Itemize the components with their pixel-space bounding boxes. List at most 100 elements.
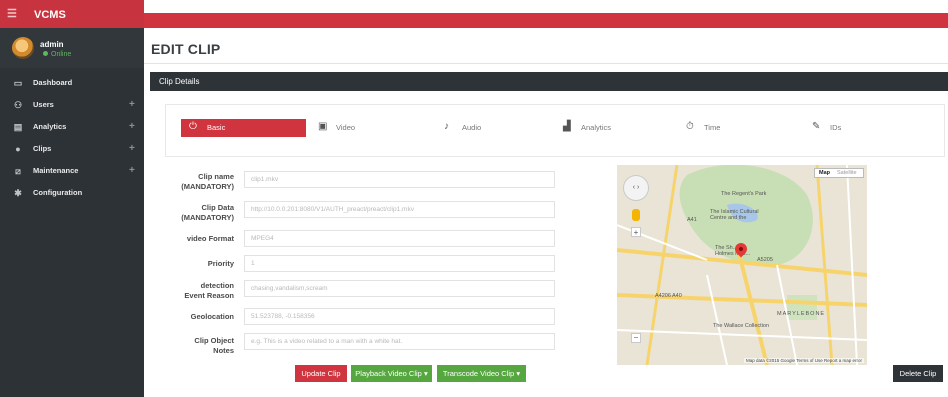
tab-label: Video <box>336 123 356 132</box>
tab-ids[interactable]: ✎ IDs <box>812 119 902 137</box>
caret-down-icon: ▾ <box>423 369 428 378</box>
tab-label: Analytics <box>581 123 612 132</box>
priority-label: Priority <box>207 259 234 268</box>
delete-clip-button[interactable]: Delete Clip <box>893 365 943 382</box>
notes-field[interactable]: e.g. This is a video related to a man wi… <box>244 333 555 350</box>
top-bar: ☰ VCMS <box>0 0 948 28</box>
map-type-toggle[interactable]: Map Satellite <box>814 168 864 178</box>
detection-field[interactable]: chasing,vandalism,scream <box>244 280 555 297</box>
app-title: VCMS <box>34 9 66 21</box>
tab-label: Time <box>704 123 721 132</box>
tab-analytics[interactable]: ▟ Analytics <box>563 119 673 137</box>
tab-label: Audio <box>462 123 482 132</box>
place-label: MARYLEBONE <box>777 311 826 317</box>
sidebar-item-analytics[interactable]: ▤ Analytics + <box>0 116 144 138</box>
sidebar-item-label: Maintenance <box>33 166 79 175</box>
road-label: A5205 <box>757 257 773 263</box>
label-sub: (MANDATORY) <box>181 213 234 222</box>
divider <box>144 63 948 64</box>
label-text: detection <box>200 281 234 290</box>
video-format-field[interactable]: MPEG4 <box>244 230 555 247</box>
tab-bar: ⏻ Basic ▣ Video ♪ Audio ▟ Analytics ⏱ Ti… <box>165 104 945 157</box>
zoom-in-button[interactable]: + <box>631 227 641 237</box>
stopwatch-icon: ⏱ <box>686 121 694 132</box>
hamburger-icon[interactable]: ☰ <box>7 7 17 20</box>
sidebar-item-label: Configuration <box>33 188 83 197</box>
pencil-icon: ✎ <box>812 121 821 132</box>
tab-basic[interactable]: ⏻ Basic <box>181 119 306 137</box>
tab-label: Basic <box>207 123 226 132</box>
clip-name-field[interactable]: clip1.mkv <box>244 171 555 188</box>
label-sub: Notes <box>213 346 234 355</box>
priority-field[interactable]: 1 <box>244 255 555 272</box>
user-status: Online <box>43 51 71 58</box>
header-accent-bar <box>144 13 948 28</box>
microphone-icon: ♪ <box>444 121 449 132</box>
label-text: Clip Data <box>201 203 234 212</box>
label-sub: Event Reason <box>184 291 234 300</box>
user-name: admin <box>40 40 64 49</box>
button-label: Playback Video Clip <box>355 369 422 378</box>
sidebar-item-label: Clips <box>33 144 52 153</box>
sidebar-item-configuration[interactable]: ✱ Configuration <box>0 182 144 204</box>
caret-down-icon: ▾ <box>516 369 521 378</box>
power-icon: ⏻ <box>189 121 197 132</box>
user-status-text: Online <box>51 51 72 58</box>
road-label: A40 <box>672 293 682 299</box>
zoom-out-button[interactable]: − <box>631 333 641 343</box>
clip-data-field[interactable]: http://10.0.0.201:8080/V1/AUTH_preact/pr… <box>244 201 555 218</box>
online-dot-icon <box>43 51 48 56</box>
sidebar-item-users[interactable]: ⚇ Users + <box>0 94 144 116</box>
map-type-map[interactable]: Map <box>819 170 830 176</box>
expand-icon[interactable]: + <box>129 165 135 176</box>
sidebar-item-label: Users <box>33 100 54 109</box>
transcode-video-clip-button[interactable]: Transcode Video Clip ▾ <box>437 365 526 382</box>
section-title: Clip Details <box>159 77 200 86</box>
tab-label: IDs <box>830 123 842 132</box>
page-title: EDIT CLIP <box>151 41 221 57</box>
tab-time[interactable]: ⏱ Time <box>686 119 786 137</box>
sidebar-item-maintenance[interactable]: ⧄ Maintenance + <box>0 160 144 182</box>
expand-icon[interactable]: + <box>129 143 135 154</box>
street-view-icon[interactable] <box>632 209 640 221</box>
clips-icon: ● <box>15 144 21 154</box>
place-label: The Regent's Park <box>721 191 767 197</box>
analytics-icon: ▤ <box>13 122 23 132</box>
label-sub: (MANDATORY) <box>181 182 234 191</box>
maintenance-icon: ⧄ <box>15 166 21 176</box>
tab-audio[interactable]: ♪ Audio <box>444 119 544 137</box>
clip-data-label: Clip Data (MANDATORY) <box>144 203 234 223</box>
expand-icon[interactable]: + <box>129 121 135 132</box>
geolocation-label: Geolocation <box>190 312 234 321</box>
users-icon: ⚇ <box>13 100 23 110</box>
expand-icon[interactable]: + <box>129 99 135 110</box>
map[interactable]: The Regent's Park The Islamic Cultural C… <box>617 165 867 365</box>
tab-video[interactable]: ▣ Video <box>318 119 428 137</box>
update-clip-button[interactable]: Update Clip <box>295 365 347 382</box>
place-label: The Wallace Collection <box>713 323 770 329</box>
film-icon: ▣ <box>318 121 328 132</box>
sidebar: admin Online ▭ Dashboard ⚇ Users + ▤ Ana… <box>0 28 144 397</box>
avatar <box>12 37 34 59</box>
road-label: A41 <box>687 217 697 223</box>
geolocation-field[interactable]: 51.523788, -0.158356 <box>244 308 555 325</box>
clip-name-label: Clip name (MANDATORY) <box>144 172 234 192</box>
map-pan-control[interactable]: ‹ › <box>623 175 649 201</box>
map-type-satellite[interactable]: Satellite <box>837 170 857 176</box>
sidebar-item-clips[interactable]: ● Clips + <box>0 138 144 160</box>
bar-chart-icon: ▟ <box>563 121 571 132</box>
button-label: Transcode Video Clip <box>442 369 515 378</box>
sidebar-item-label: Analytics <box>33 122 67 131</box>
sidebar-item-dashboard[interactable]: ▭ Dashboard <box>0 72 144 94</box>
place-label: The Islamic Cultural Centre and the <box>710 209 759 221</box>
gear-icon: ✱ <box>14 188 22 198</box>
label-text: Clip name <box>198 172 234 181</box>
brand: ☰ VCMS <box>0 0 144 28</box>
playback-video-clip-button[interactable]: Playback Video Clip ▾ <box>351 365 432 382</box>
notes-label: Clip Object Notes <box>144 336 234 356</box>
label-text: Clip Object <box>194 336 234 345</box>
road-label: A4206 <box>655 293 671 299</box>
detection-label: detection Event Reason <box>144 281 234 301</box>
sidebar-item-label: Dashboard <box>33 78 73 87</box>
user-panel: admin Online <box>0 28 144 68</box>
